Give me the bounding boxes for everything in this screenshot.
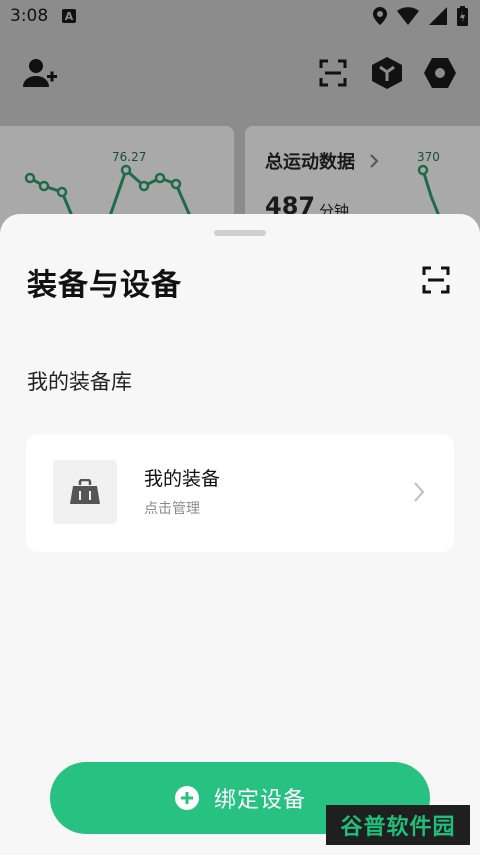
notification-badge: A [62, 9, 76, 23]
location-icon [373, 7, 387, 25]
scan-icon [319, 59, 347, 87]
equipment-bottom-sheet: 装备与设备 我的装备库 我的装备 点击管理 绑定设备 [0, 214, 480, 855]
settings-icon [424, 58, 456, 88]
bind-device-label: 绑定设备 [213, 788, 306, 813]
cube-icon [372, 57, 402, 89]
settings-button[interactable] [422, 55, 458, 91]
scan-button[interactable] [418, 262, 454, 298]
signal-icon [429, 7, 447, 25]
equipment-subtitle: 点击管理 [144, 501, 200, 517]
status-icons [373, 6, 468, 26]
add-user-icon [23, 59, 57, 87]
sheet-title: 装备与设备 [27, 268, 182, 303]
add-user-button[interactable] [22, 55, 58, 91]
plus-circle-icon [174, 786, 199, 810]
scan-top-button[interactable] [315, 55, 351, 91]
chevron-right-icon [414, 482, 425, 502]
equipment-name: 我的装备 [144, 468, 221, 490]
sheet-drag-handle[interactable] [214, 230, 266, 236]
status-bar: 3:08 A [0, 0, 480, 32]
my-equipment-item[interactable]: 我的装备 点击管理 [26, 434, 454, 552]
battery-icon [457, 6, 468, 26]
section-title: 我的装备库 [27, 370, 132, 394]
watermark-logo: 谷普软件园 [326, 805, 470, 845]
status-time: 3:08 [10, 6, 49, 26]
equipment-thumbnail [53, 460, 117, 524]
wifi-icon [397, 7, 419, 25]
app-header-actions [0, 55, 480, 95]
cube-button[interactable] [369, 55, 405, 91]
bag-icon [70, 479, 100, 504]
scan-icon [422, 266, 450, 294]
watermark-text: 谷普软件园 [340, 815, 456, 840]
